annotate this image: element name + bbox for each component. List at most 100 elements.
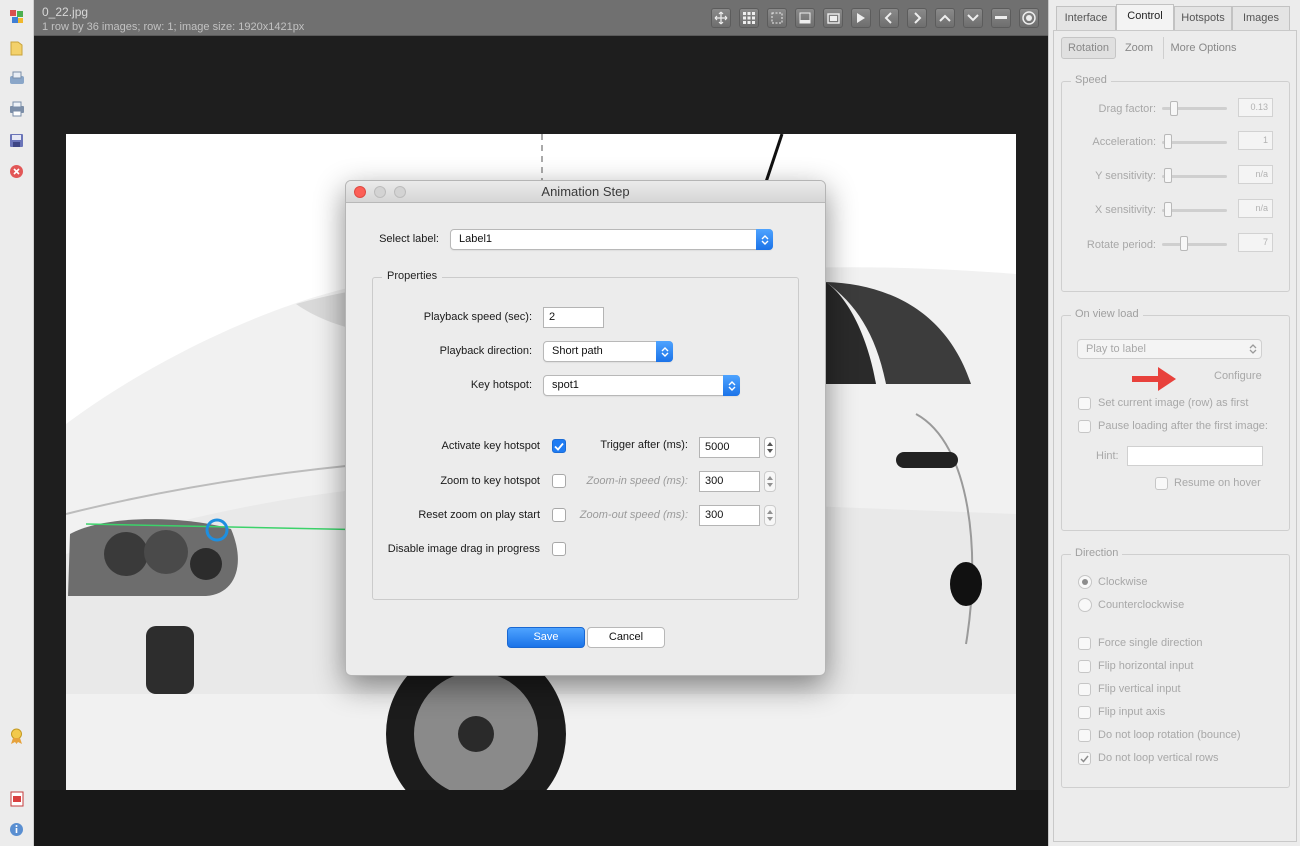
file-name: 0_22.jpg: [42, 5, 89, 19]
left-toolbar: [0, 0, 34, 846]
fullscreen-icon[interactable]: [823, 8, 843, 28]
zoom-out-speed-input[interactable]: 300: [699, 505, 760, 526]
zoom-in-speed-stepper[interactable]: [764, 471, 776, 492]
disable-drag-checkbox[interactable]: [552, 542, 566, 556]
app-icon[interactable]: [8, 8, 25, 25]
playback-speed-label: Playback speed (sec):: [423, 311, 532, 323]
zoom-to-hotspot-checkbox[interactable]: [552, 474, 566, 488]
configure-link[interactable]: Configure: [1214, 370, 1262, 382]
x-sensitivity-knob[interactable]: [1164, 202, 1172, 217]
playback-direction-value: Short path: [552, 345, 603, 357]
zoom-window-button[interactable]: [394, 186, 406, 198]
next-icon[interactable]: [907, 8, 927, 28]
select-label-label: Select label:: [379, 233, 439, 245]
drag-factor-knob[interactable]: [1170, 101, 1178, 116]
panel-icon[interactable]: [795, 8, 815, 28]
no-loop-vertical-checkbox[interactable]: [1078, 752, 1091, 765]
rotate-period-value[interactable]: 7: [1238, 233, 1273, 252]
save-icon[interactable]: [8, 132, 25, 149]
key-hotspot-value: spot1: [552, 379, 579, 391]
clockwise-label: Clockwise: [1098, 576, 1148, 588]
subtab-more-options[interactable]: More Options: [1163, 37, 1243, 59]
grid-icon[interactable]: [739, 8, 759, 28]
print-icon[interactable]: [8, 100, 25, 117]
pause-loading-checkbox[interactable]: [1078, 420, 1091, 433]
minimize-window-button[interactable]: [374, 186, 386, 198]
pause-loading-label: Pause loading after the first image:: [1098, 420, 1268, 432]
checkmark-icon: [1080, 755, 1089, 763]
trigger-after-input[interactable]: 5000: [699, 437, 760, 458]
x-sensitivity-label: X sensitivity:: [1094, 204, 1156, 216]
disable-drag-label: Disable image drag in progress: [387, 543, 540, 555]
rotate-period-knob[interactable]: [1180, 236, 1188, 251]
x-sensitivity-value[interactable]: n/a: [1238, 199, 1273, 218]
zoom-out-speed-stepper[interactable]: [764, 505, 776, 526]
open-folder-icon[interactable]: [8, 39, 25, 56]
set-first-label: Set current image (row) as first: [1098, 397, 1249, 409]
select-label-popup[interactable]: Label1: [450, 229, 773, 250]
resume-hover-checkbox[interactable]: [1155, 477, 1168, 490]
tab-interface[interactable]: Interface: [1056, 6, 1116, 30]
chevron-updown-icon: [756, 229, 773, 250]
trigger-after-label: Trigger after (ms):: [600, 439, 688, 451]
save-button[interactable]: Save: [507, 627, 585, 648]
pdf-icon[interactable]: [8, 790, 25, 807]
subtab-zoom[interactable]: Zoom: [1119, 37, 1159, 59]
rotate-period-slider[interactable]: [1162, 243, 1227, 246]
playback-direction-label: Playback direction:: [439, 345, 532, 357]
close-red-icon[interactable]: [8, 163, 25, 180]
cancel-button[interactable]: Cancel: [587, 627, 665, 648]
ribbon-icon[interactable]: [8, 728, 25, 745]
no-loop-rotation-checkbox[interactable]: [1078, 729, 1091, 742]
settings-panel: Interface Control Hotspots Images Rotati…: [1048, 0, 1300, 846]
acceleration-knob[interactable]: [1164, 134, 1172, 149]
tab-control[interactable]: Control: [1116, 4, 1174, 30]
zoom-in-speed-input[interactable]: 300: [699, 471, 760, 492]
tab-images[interactable]: Images: [1232, 6, 1290, 30]
properties-title: Properties: [382, 270, 443, 282]
acceleration-value[interactable]: 1: [1238, 131, 1273, 150]
move-icon[interactable]: [711, 8, 731, 28]
on-view-load-title: On view load: [1071, 308, 1143, 320]
down-icon[interactable]: [963, 8, 983, 28]
subtab-rotation[interactable]: Rotation: [1061, 37, 1116, 59]
selection-icon[interactable]: [767, 8, 787, 28]
prev-icon[interactable]: [879, 8, 899, 28]
select-label-value: Label1: [459, 233, 493, 245]
flip-horizontal-checkbox[interactable]: [1078, 660, 1091, 673]
drag-factor-value[interactable]: 0.13: [1238, 98, 1273, 117]
minus-icon[interactable]: [991, 8, 1011, 28]
flip-input-axis-checkbox[interactable]: [1078, 706, 1091, 719]
trigger-after-stepper[interactable]: [764, 437, 776, 458]
playback-direction-popup[interactable]: Short path: [543, 341, 673, 362]
key-hotspot-popup[interactable]: spot1: [543, 375, 740, 396]
clockwise-radio[interactable]: [1078, 575, 1092, 589]
force-single-direction-checkbox[interactable]: [1078, 637, 1091, 650]
reset-zoom-checkbox[interactable]: [552, 508, 566, 522]
activate-key-hotspot-checkbox[interactable]: [552, 439, 566, 453]
y-sensitivity-value[interactable]: n/a: [1238, 165, 1273, 184]
play-icon[interactable]: [851, 8, 871, 28]
set-first-checkbox[interactable]: [1078, 397, 1091, 410]
on-view-load-select[interactable]: Play to label: [1077, 339, 1262, 359]
flip-vertical-label: Flip vertical input: [1098, 683, 1181, 695]
on-view-load-select-value: Play to label: [1086, 343, 1146, 355]
flip-input-axis-label: Flip input axis: [1098, 706, 1166, 718]
zoom-out-speed-label: Zoom-out speed (ms):: [579, 509, 688, 521]
counterclockwise-radio[interactable]: [1078, 598, 1092, 612]
viewer-bottom-area: [34, 790, 1048, 846]
y-sensitivity-knob[interactable]: [1164, 168, 1172, 183]
acceleration-label: Acceleration:: [1092, 136, 1156, 148]
hint-input[interactable]: [1127, 446, 1263, 466]
up-icon[interactable]: [935, 8, 955, 28]
playback-speed-input[interactable]: 2: [543, 307, 604, 328]
target-icon[interactable]: [1019, 8, 1039, 28]
force-single-direction-label: Force single direction: [1098, 637, 1203, 649]
hint-label: Hint:: [1096, 450, 1119, 462]
info-icon[interactable]: [8, 821, 25, 838]
flip-vertical-checkbox[interactable]: [1078, 683, 1091, 696]
tab-hotspots[interactable]: Hotspots: [1174, 6, 1232, 30]
close-window-button[interactable]: [354, 186, 366, 198]
speed-group-title: Speed: [1071, 74, 1111, 86]
export-icon[interactable]: [8, 69, 25, 86]
